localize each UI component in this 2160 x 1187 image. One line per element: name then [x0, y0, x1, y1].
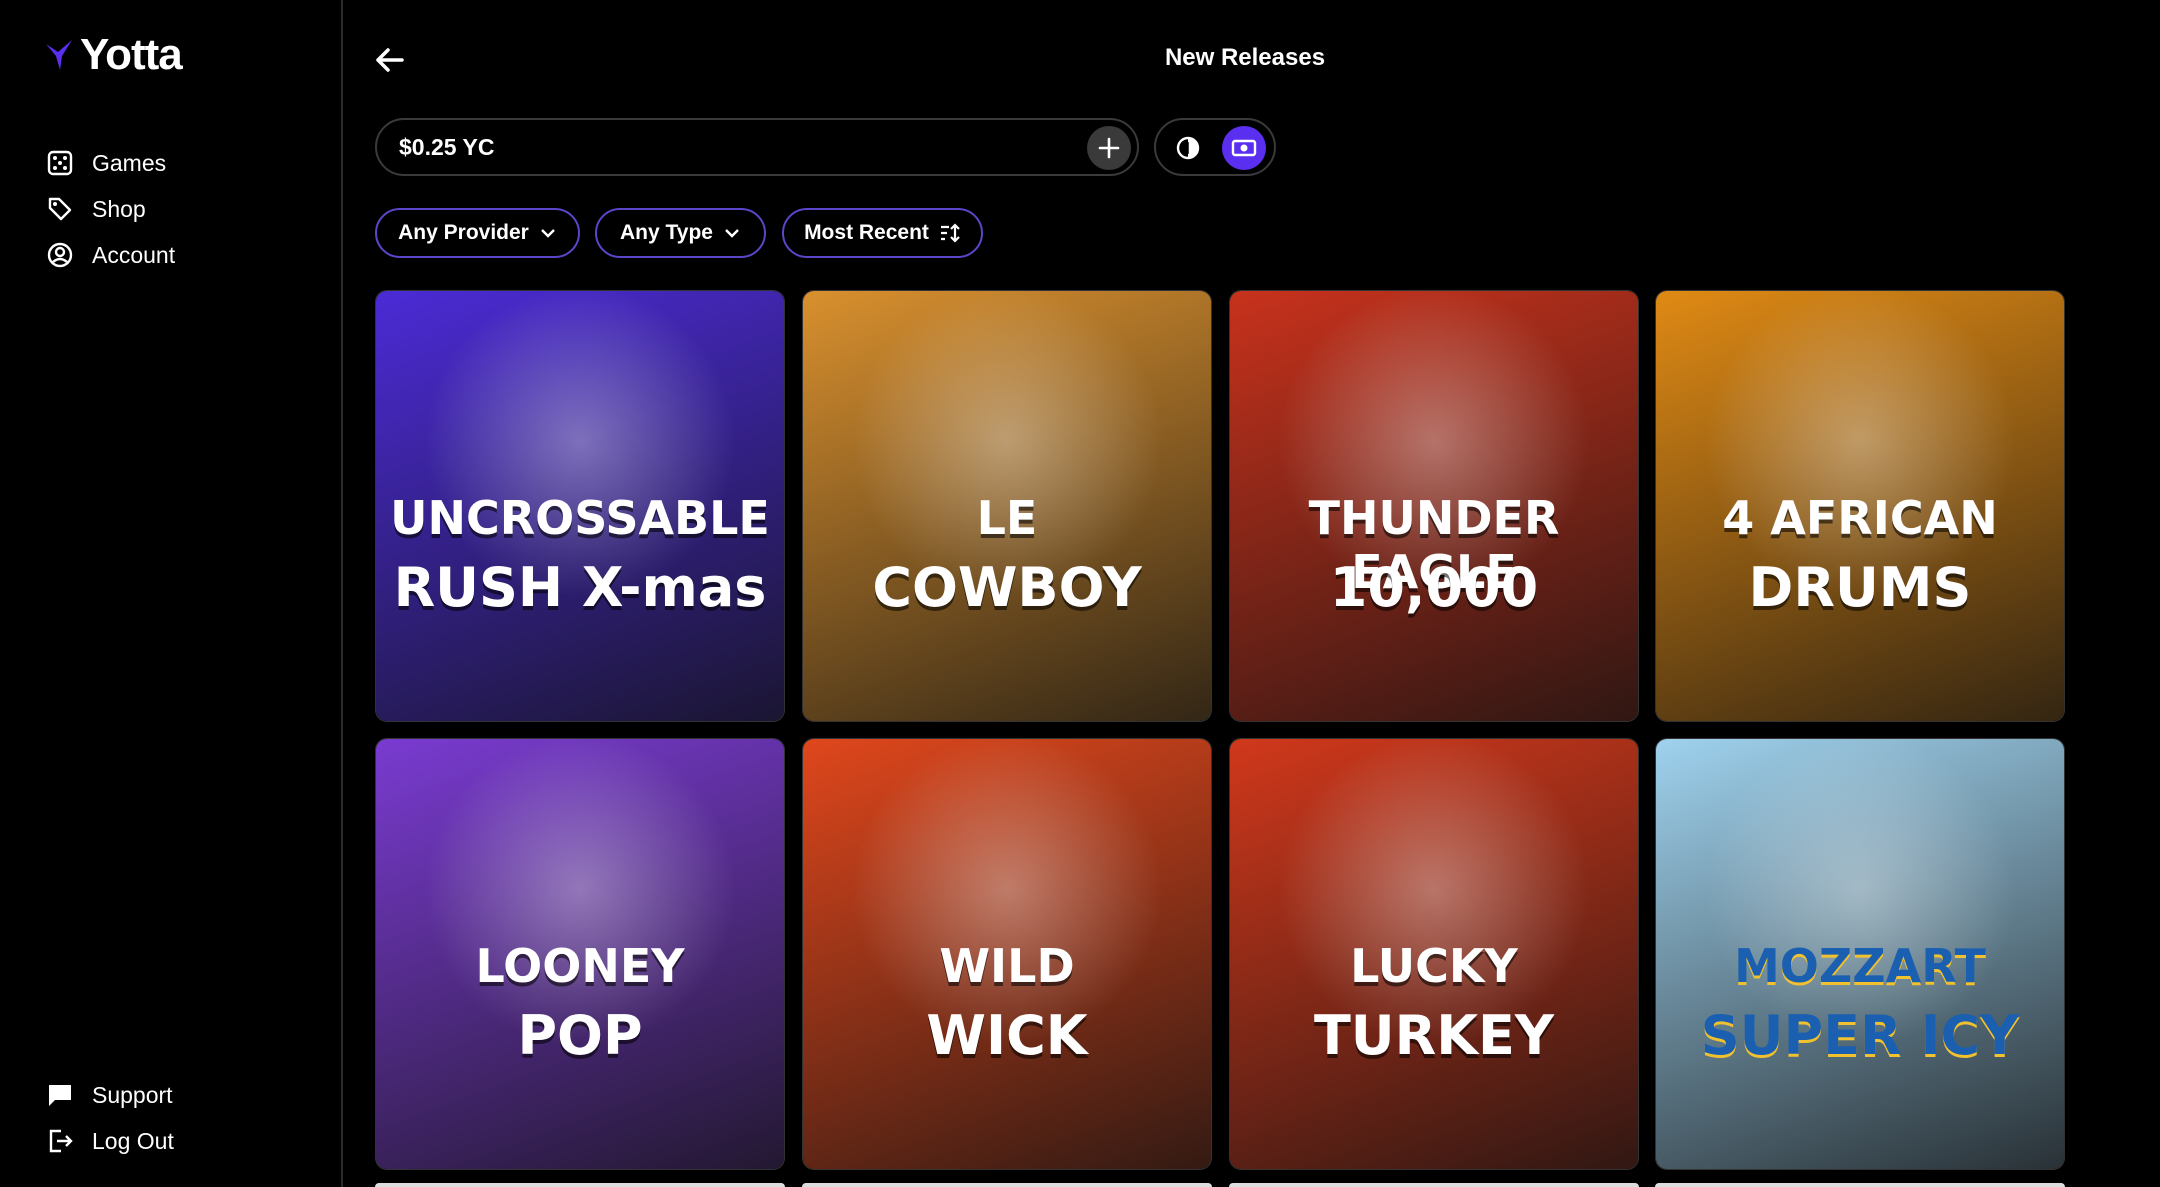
chevron-down-icon	[541, 229, 555, 238]
filter-label: Most Recent	[804, 221, 929, 244]
game-title-line: 4 AFRICAN	[1722, 491, 1998, 545]
game-title-line: WILD	[939, 939, 1075, 993]
filter-label: Any Provider	[398, 221, 529, 244]
chat-bubble-icon	[46, 1081, 74, 1109]
contrast-mode-button[interactable]	[1166, 126, 1210, 170]
sidebar-item-games[interactable]: Games	[46, 140, 175, 186]
game-title-line: LOONEY	[475, 939, 685, 993]
sidebar-item-shop[interactable]: Shop	[46, 186, 175, 232]
arrow-left-icon	[376, 48, 404, 72]
add-funds-button[interactable]	[1087, 126, 1131, 170]
cash-icon	[1231, 139, 1257, 157]
sidebar-bottom-nav: Support Log Out	[46, 1072, 174, 1164]
sidebar-item-label: Support	[92, 1081, 173, 1108]
sort-dropdown[interactable]: Most Recent	[782, 208, 983, 258]
game-title-line: WICK	[926, 1004, 1088, 1067]
next-row-tile-peek	[802, 1183, 1212, 1187]
bird-logo-icon	[46, 40, 72, 70]
sidebar-item-logout[interactable]: Log Out	[46, 1118, 174, 1164]
game-tile[interactable]: WILD WICK	[802, 738, 1212, 1170]
game-title-line: RUSH X-mas	[393, 556, 767, 619]
game-title-line: LUCKY	[1350, 939, 1518, 993]
mode-toggle	[1154, 118, 1276, 176]
sidebar-item-support[interactable]: Support	[46, 1072, 174, 1118]
game-title-line: POP	[517, 1004, 643, 1067]
sidebar-item-label: Shop	[92, 195, 146, 222]
game-tile[interactable]: MOZZART SUPER ICY	[1655, 738, 2065, 1170]
sidebar-item-account[interactable]: Account	[46, 232, 175, 278]
game-title-line: DRUMS	[1748, 556, 1972, 619]
game-tile[interactable]: 4 AFRICAN DRUMS	[1655, 290, 2065, 722]
game-title-line: SUPER ICY	[1700, 1004, 2020, 1067]
dice-icon	[46, 149, 74, 177]
wager-amount-field[interactable]: $0.25 YC	[375, 118, 1139, 176]
game-title-line: LE	[976, 491, 1038, 545]
game-title-line: UNCROSSABLE	[390, 491, 770, 545]
game-tile[interactable]: UNCROSSABLE RUSH X-mas	[375, 290, 785, 722]
filter-label: Any Type	[620, 221, 713, 244]
next-row-tile-peek	[1229, 1183, 1639, 1187]
game-tile[interactable]: LE COWBOY	[802, 290, 1212, 722]
game-tile[interactable]: LOONEY POP	[375, 738, 785, 1170]
logout-icon	[46, 1127, 74, 1155]
game-tile[interactable]: THUNDER EAGLE 10,000	[1229, 290, 1639, 722]
game-tile[interactable]: LUCKY TURKEY	[1229, 738, 1639, 1170]
sidebar-nav: Games Shop Account	[46, 140, 175, 278]
sidebar-item-label: Games	[92, 149, 167, 176]
game-title-line: MOZZART	[1734, 939, 1986, 993]
sidebar: Yotta Games Shop Account Support Log Out	[0, 0, 343, 1187]
game-title-line: COWBOY	[872, 556, 1142, 619]
app-name: Yotta	[80, 30, 183, 79]
plus-icon	[1098, 137, 1120, 159]
logo[interactable]: Yotta	[44, 30, 183, 80]
provider-filter-dropdown[interactable]: Any Provider	[375, 208, 580, 258]
tag-icon	[46, 195, 74, 223]
next-row-tile-peek	[1655, 1183, 2065, 1187]
sort-icon	[940, 223, 960, 243]
sidebar-item-label: Account	[92, 241, 176, 268]
type-filter-dropdown[interactable]: Any Type	[595, 208, 766, 258]
back-button[interactable]	[372, 42, 408, 78]
page-title: New Releases	[1164, 44, 1326, 71]
chevron-down-icon	[725, 229, 739, 238]
cash-mode-button[interactable]	[1222, 126, 1266, 170]
game-title-line: 10,000	[1329, 556, 1539, 619]
game-title-line: TURKEY	[1313, 1004, 1555, 1067]
sidebar-item-label: Log Out	[92, 1127, 174, 1154]
user-circle-icon	[46, 241, 74, 269]
contrast-icon	[1176, 136, 1200, 160]
next-row-tile-peek	[375, 1183, 785, 1187]
wager-value: $0.25 YC	[399, 133, 495, 160]
